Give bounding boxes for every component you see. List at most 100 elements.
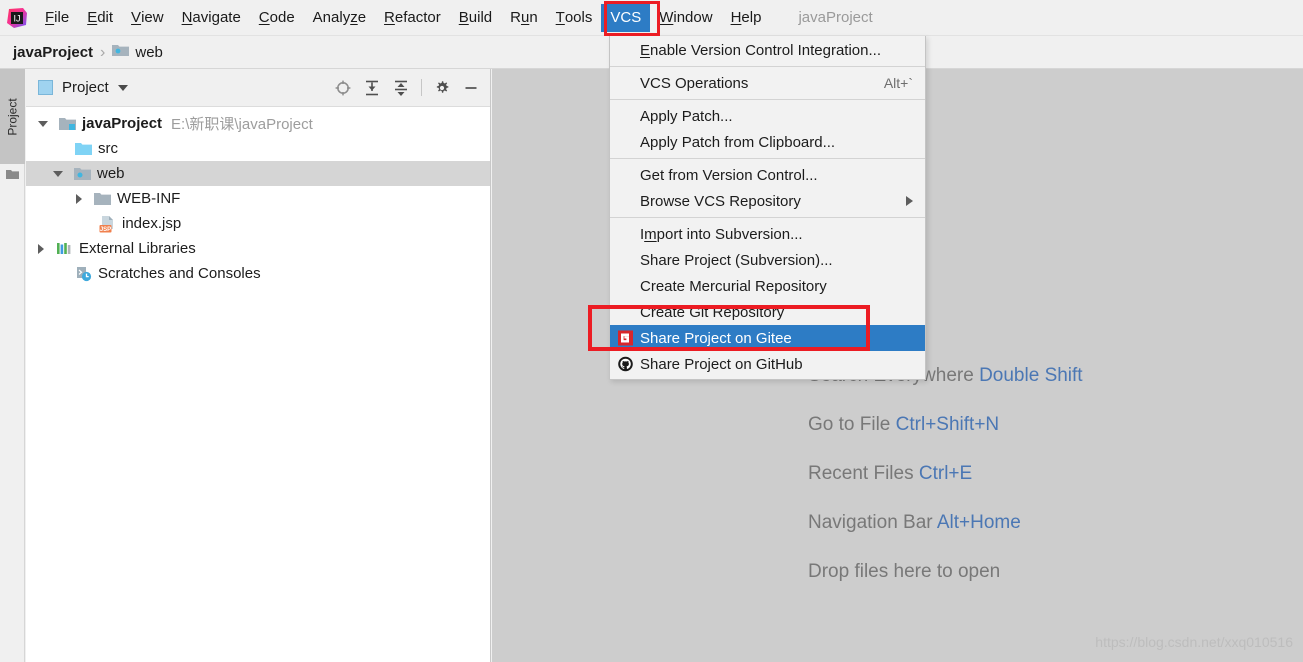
menu-analyze[interactable]: Analy z e	[304, 4, 375, 32]
tree-row-scratches-and-consoles[interactable]: Scratches and Consoles	[26, 261, 490, 286]
collapse-all-icon[interactable]	[392, 79, 410, 97]
project-view-icon	[38, 80, 53, 95]
project-tree: javaProject E:\新职课\javaProject src web W…	[26, 107, 490, 286]
chevron-down-icon[interactable]	[53, 170, 63, 177]
minimize-icon[interactable]	[462, 79, 480, 97]
menu-refactor[interactable]: Refactor	[375, 4, 450, 32]
menu-item-share-project-on-github[interactable]: Share Project on GitHub	[610, 351, 925, 377]
external-libraries-icon	[56, 241, 73, 257]
hint-navigation-bar: Navigation Bar Alt+Home	[808, 512, 1083, 534]
menu-file[interactable]: File	[36, 4, 78, 32]
locate-in-tree-icon[interactable]	[334, 79, 352, 97]
intellij-window: IJ File Edit View Navigate Code Analy z e …	[0, 0, 1303, 662]
menu-item-label: Share Project on GitHub	[640, 355, 803, 373]
hint-label: Drop files here to open	[808, 561, 1001, 582]
menu-item-label: Browse VCS Repository	[640, 192, 801, 210]
tree-row-web[interactable]: web	[26, 161, 490, 186]
menu-items: File Edit View Navigate Code Analy z e Ref…	[36, 0, 770, 36]
svg-text:JSP: JSP	[100, 227, 111, 233]
chevron-down-icon[interactable]	[38, 120, 48, 127]
watermark: https://blog.csdn.net/xxq010516	[1095, 634, 1293, 650]
hint-shortcut: Ctrl+Shift+N	[895, 414, 1000, 435]
hint-drop-files: Drop files here to open	[808, 561, 1083, 583]
menu-help[interactable]: Help	[722, 4, 771, 32]
project-tool-window: Project javaProject E:\新职课\javaProject s…	[26, 69, 491, 662]
chevron-right-icon[interactable]	[76, 193, 82, 204]
tree-label: Scratches and Consoles	[98, 265, 261, 282]
menu-item-create-git-repository[interactable]: Create Git Repository	[610, 299, 925, 325]
tree-row-javaproject[interactable]: javaProject E:\新职课\javaProject	[26, 111, 490, 136]
web-folder-icon	[74, 166, 91, 182]
scratches-icon	[75, 266, 92, 282]
menu-build[interactable]: Build	[450, 4, 501, 32]
tool-window-button-project[interactable]: Project	[0, 69, 25, 164]
menu-window[interactable]: Window	[650, 4, 721, 32]
chevron-down-icon[interactable]	[117, 84, 128, 91]
tree-label: WEB-INF	[117, 190, 181, 207]
intellij-idea-logo-icon: IJ	[6, 7, 28, 29]
menu-item-apply-patch[interactable]: Apply Patch...	[610, 103, 925, 129]
project-panel-actions	[334, 79, 490, 97]
menu-item-label: VCS Operations	[640, 74, 749, 92]
expand-all-icon[interactable]	[363, 79, 381, 97]
web-folder-icon	[112, 43, 130, 62]
tree-row-external-libraries[interactable]: External Libraries	[26, 236, 490, 261]
project-panel-title: Project	[62, 79, 109, 96]
menu-item-vcs-operations[interactable]: VCS Operations Alt+`	[610, 70, 925, 96]
tree-row-index-jsp[interactable]: JSP index.jsp	[26, 211, 490, 236]
menu-navigate[interactable]: Navigate	[173, 4, 250, 32]
menu-separator	[610, 217, 925, 218]
editor-hints: Search Everywhere Double Shift Go to Fil…	[808, 365, 1083, 583]
breadcrumb-root[interactable]: javaProject	[13, 44, 93, 61]
menu-separator	[610, 158, 925, 159]
tree-label: javaProject	[82, 115, 163, 132]
window-title: javaProject	[798, 9, 873, 26]
hint-go-to-file: Go to File Ctrl+Shift+N	[808, 414, 1083, 436]
tree-label: web	[97, 165, 125, 182]
menu-tools[interactable]: Tools	[547, 4, 602, 32]
tree-label: index.jsp	[122, 215, 182, 232]
hint-shortcut: Double Shift	[979, 365, 1083, 386]
menu-item-label: Apply Patch from Clipboard...	[640, 133, 836, 151]
menu-item-create-mercurial-repository[interactable]: Create Mercurial Repository	[610, 273, 925, 299]
tree-label: External Libraries	[79, 240, 196, 257]
gear-icon[interactable]	[433, 79, 451, 97]
tool-window-button-project-label: Project	[5, 97, 20, 136]
tree-row-web-inf[interactable]: WEB-INF	[26, 186, 490, 211]
menu-item-apply-patch-from-clipboard[interactable]: Apply Patch from Clipboard...	[610, 129, 925, 155]
menu-item-label: Share Project (Subversion)...	[640, 251, 833, 269]
menu-item-label: Create Mercurial Repository	[640, 277, 827, 295]
hint-label: Recent Files	[808, 463, 919, 484]
chevron-right-icon[interactable]	[38, 243, 44, 254]
tree-row-src[interactable]: src	[26, 136, 490, 161]
toolbar-divider	[421, 79, 422, 96]
menu-item-browse-vcs-repository[interactable]: Browse VCS Repository	[610, 188, 925, 214]
menu-vcs[interactable]: VCS	[601, 3, 651, 32]
menu-separator	[610, 99, 925, 100]
menu-item-label: Get from Version Control...	[640, 166, 818, 184]
menu-edit[interactable]: Edit	[78, 4, 122, 32]
menu-item-share-project-subversion[interactable]: Share Project (Subversion)...	[610, 247, 925, 273]
folder-icon[interactable]	[6, 167, 19, 179]
menu-code[interactable]: Code	[250, 4, 304, 32]
menu-item-get-from-version-control[interactable]: Get from Version Control...	[610, 162, 925, 188]
tree-module-path: E:\新职课\javaProject	[171, 116, 313, 133]
breadcrumb-leaf[interactable]: web	[135, 44, 163, 61]
github-icon	[617, 356, 634, 373]
plain-folder-icon	[94, 191, 111, 207]
menu-bar: IJ File Edit View Navigate Code Analy z e …	[0, 0, 1303, 36]
menu-item-label: Share Project on Gitee	[640, 329, 792, 347]
hint-shortcut: Ctrl+E	[918, 463, 973, 484]
menu-view[interactable]: View	[122, 4, 173, 32]
menu-run[interactable]: Run	[501, 4, 547, 32]
menu-item-import-into-subversion[interactable]: Import into Subversion...	[610, 221, 925, 247]
project-panel-header: Project	[26, 69, 490, 107]
menu-item-enable-version-control-integration[interactable]: Enable Version Control Integration...	[610, 37, 925, 63]
gitee-icon	[617, 330, 634, 347]
menu-item-share-project-on-gitee[interactable]: Share Project on Gitee	[610, 325, 925, 351]
hint-label: Navigation Bar	[808, 512, 937, 533]
hint-label: Go to File	[808, 414, 896, 435]
hint-shortcut: Alt+Home	[936, 512, 1021, 533]
breadcrumb-separator: ›	[100, 43, 106, 61]
left-tool-strip: Project	[0, 69, 25, 662]
